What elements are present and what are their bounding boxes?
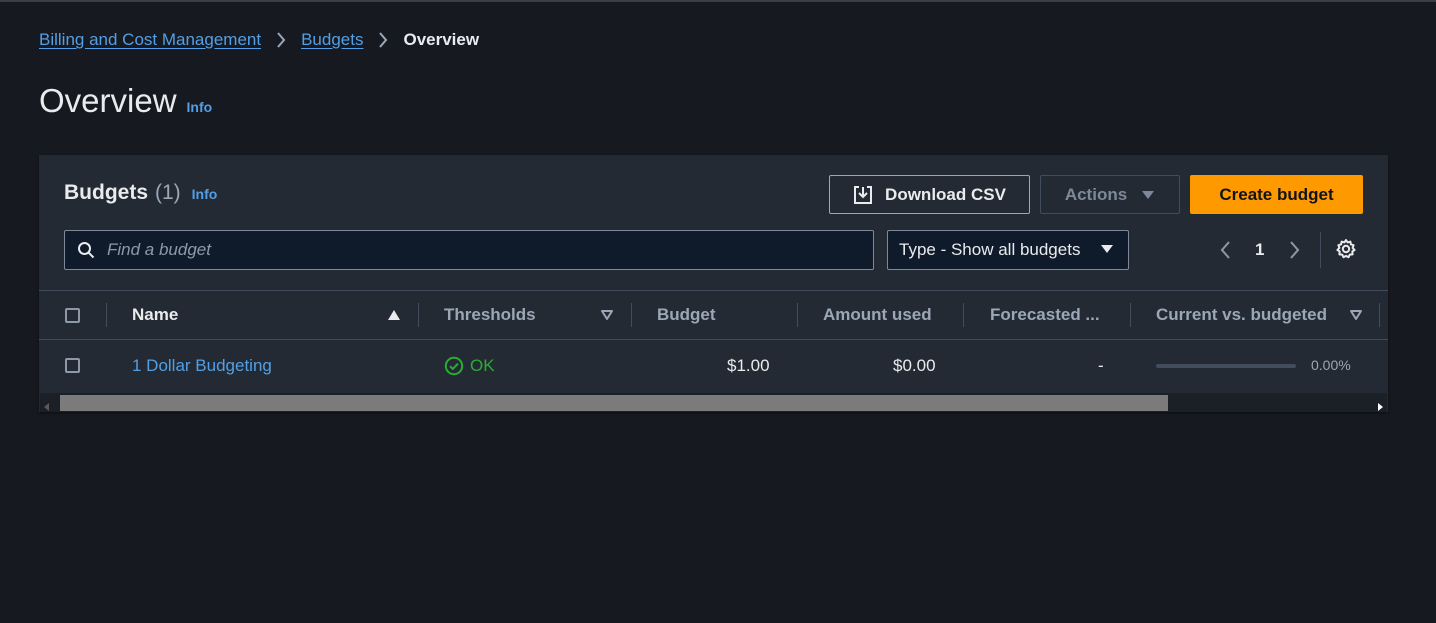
page-header: Overview Info [39,82,212,120]
sort-ascending-icon[interactable] [387,309,401,321]
scroll-left-icon[interactable] [44,398,50,416]
scrollbar-thumb[interactable] [60,395,1168,411]
chevron-right-icon [1289,240,1301,260]
actions-button[interactable]: Actions [1040,175,1180,214]
sort-descending-icon[interactable] [600,309,614,321]
caret-down-icon [1141,190,1155,200]
pagination-next[interactable] [1289,236,1301,264]
column-header-forecasted[interactable]: Forecasted ... [990,291,1100,339]
select-all-checkbox[interactable] [65,308,80,323]
amount-used: $0.00 [893,355,936,375]
threshold-status: OK [444,339,495,392]
breadcrumb-billing[interactable]: Billing and Cost Management [39,30,261,50]
column-divider [963,303,964,327]
column-divider [631,303,632,327]
download-csv-label: Download CSV [885,184,1006,204]
pagination-divider [1320,232,1321,268]
search-input[interactable] [105,239,849,261]
chevron-left-icon [1219,240,1231,260]
gear-icon [1335,238,1357,260]
pagination-prev[interactable] [1219,236,1231,264]
column-header-amount-used[interactable]: Amount used [823,291,932,339]
download-icon [853,185,873,205]
column-divider [1379,303,1380,327]
table-header: Name Thresholds Budget Amount used Forec… [39,290,1388,340]
column-header-name[interactable]: Name [132,291,178,339]
column-divider [106,303,107,327]
column-divider [1130,303,1131,327]
column-divider [797,303,798,327]
column-header-budget[interactable]: Budget [657,291,716,339]
type-filter-value: Type - Show all budgets [899,240,1081,259]
breadcrumb-current: Overview [403,30,480,49]
budget-progress-bar [1156,364,1296,368]
forecasted-amount: - [1098,355,1104,375]
scroll-right-icon[interactable] [1377,398,1383,416]
search-icon [77,241,95,259]
create-budget-button[interactable]: Create budget [1190,175,1363,214]
breadcrumb: Billing and Cost Management Budgets Over… [39,29,479,51]
budgets-header: Budgets (1) Info [64,181,217,205]
type-filter-select[interactable]: Type - Show all budgets [887,230,1129,270]
page-title: Overview [39,82,177,119]
chevron-right-icon [363,32,403,48]
chevron-right-icon [261,32,301,48]
search-field[interactable] [64,230,874,270]
table-settings-button[interactable] [1335,238,1357,260]
column-header-current-vs-budgeted[interactable]: Current vs. budgeted [1156,291,1327,339]
page-info-link[interactable]: Info [187,99,213,115]
pagination-page[interactable]: 1 [1255,236,1264,264]
column-divider [418,303,419,327]
breadcrumb-budgets[interactable]: Budgets [301,30,363,50]
budget-name-link[interactable]: 1 Dollar Budgeting [132,339,272,392]
threshold-status-label: OK [470,355,495,375]
row-checkbox[interactable] [65,358,80,373]
budgets-info-link[interactable]: Info [192,186,218,202]
sort-descending-icon[interactable] [1349,309,1363,321]
top-border [0,0,1436,2]
current-vs-budgeted-percent: 0.00% [1311,357,1351,373]
budgets-count: (1) [155,181,181,204]
download-csv-button[interactable]: Download CSV [829,175,1030,214]
horizontal-scrollbar[interactable] [40,393,1387,412]
caret-down-icon [1100,244,1114,254]
budgets-title: Budgets [64,181,148,204]
column-header-thresholds[interactable]: Thresholds [444,291,536,339]
budget-amount: $1.00 [727,355,770,375]
check-circle-icon [444,356,464,376]
actions-label: Actions [1064,184,1128,204]
